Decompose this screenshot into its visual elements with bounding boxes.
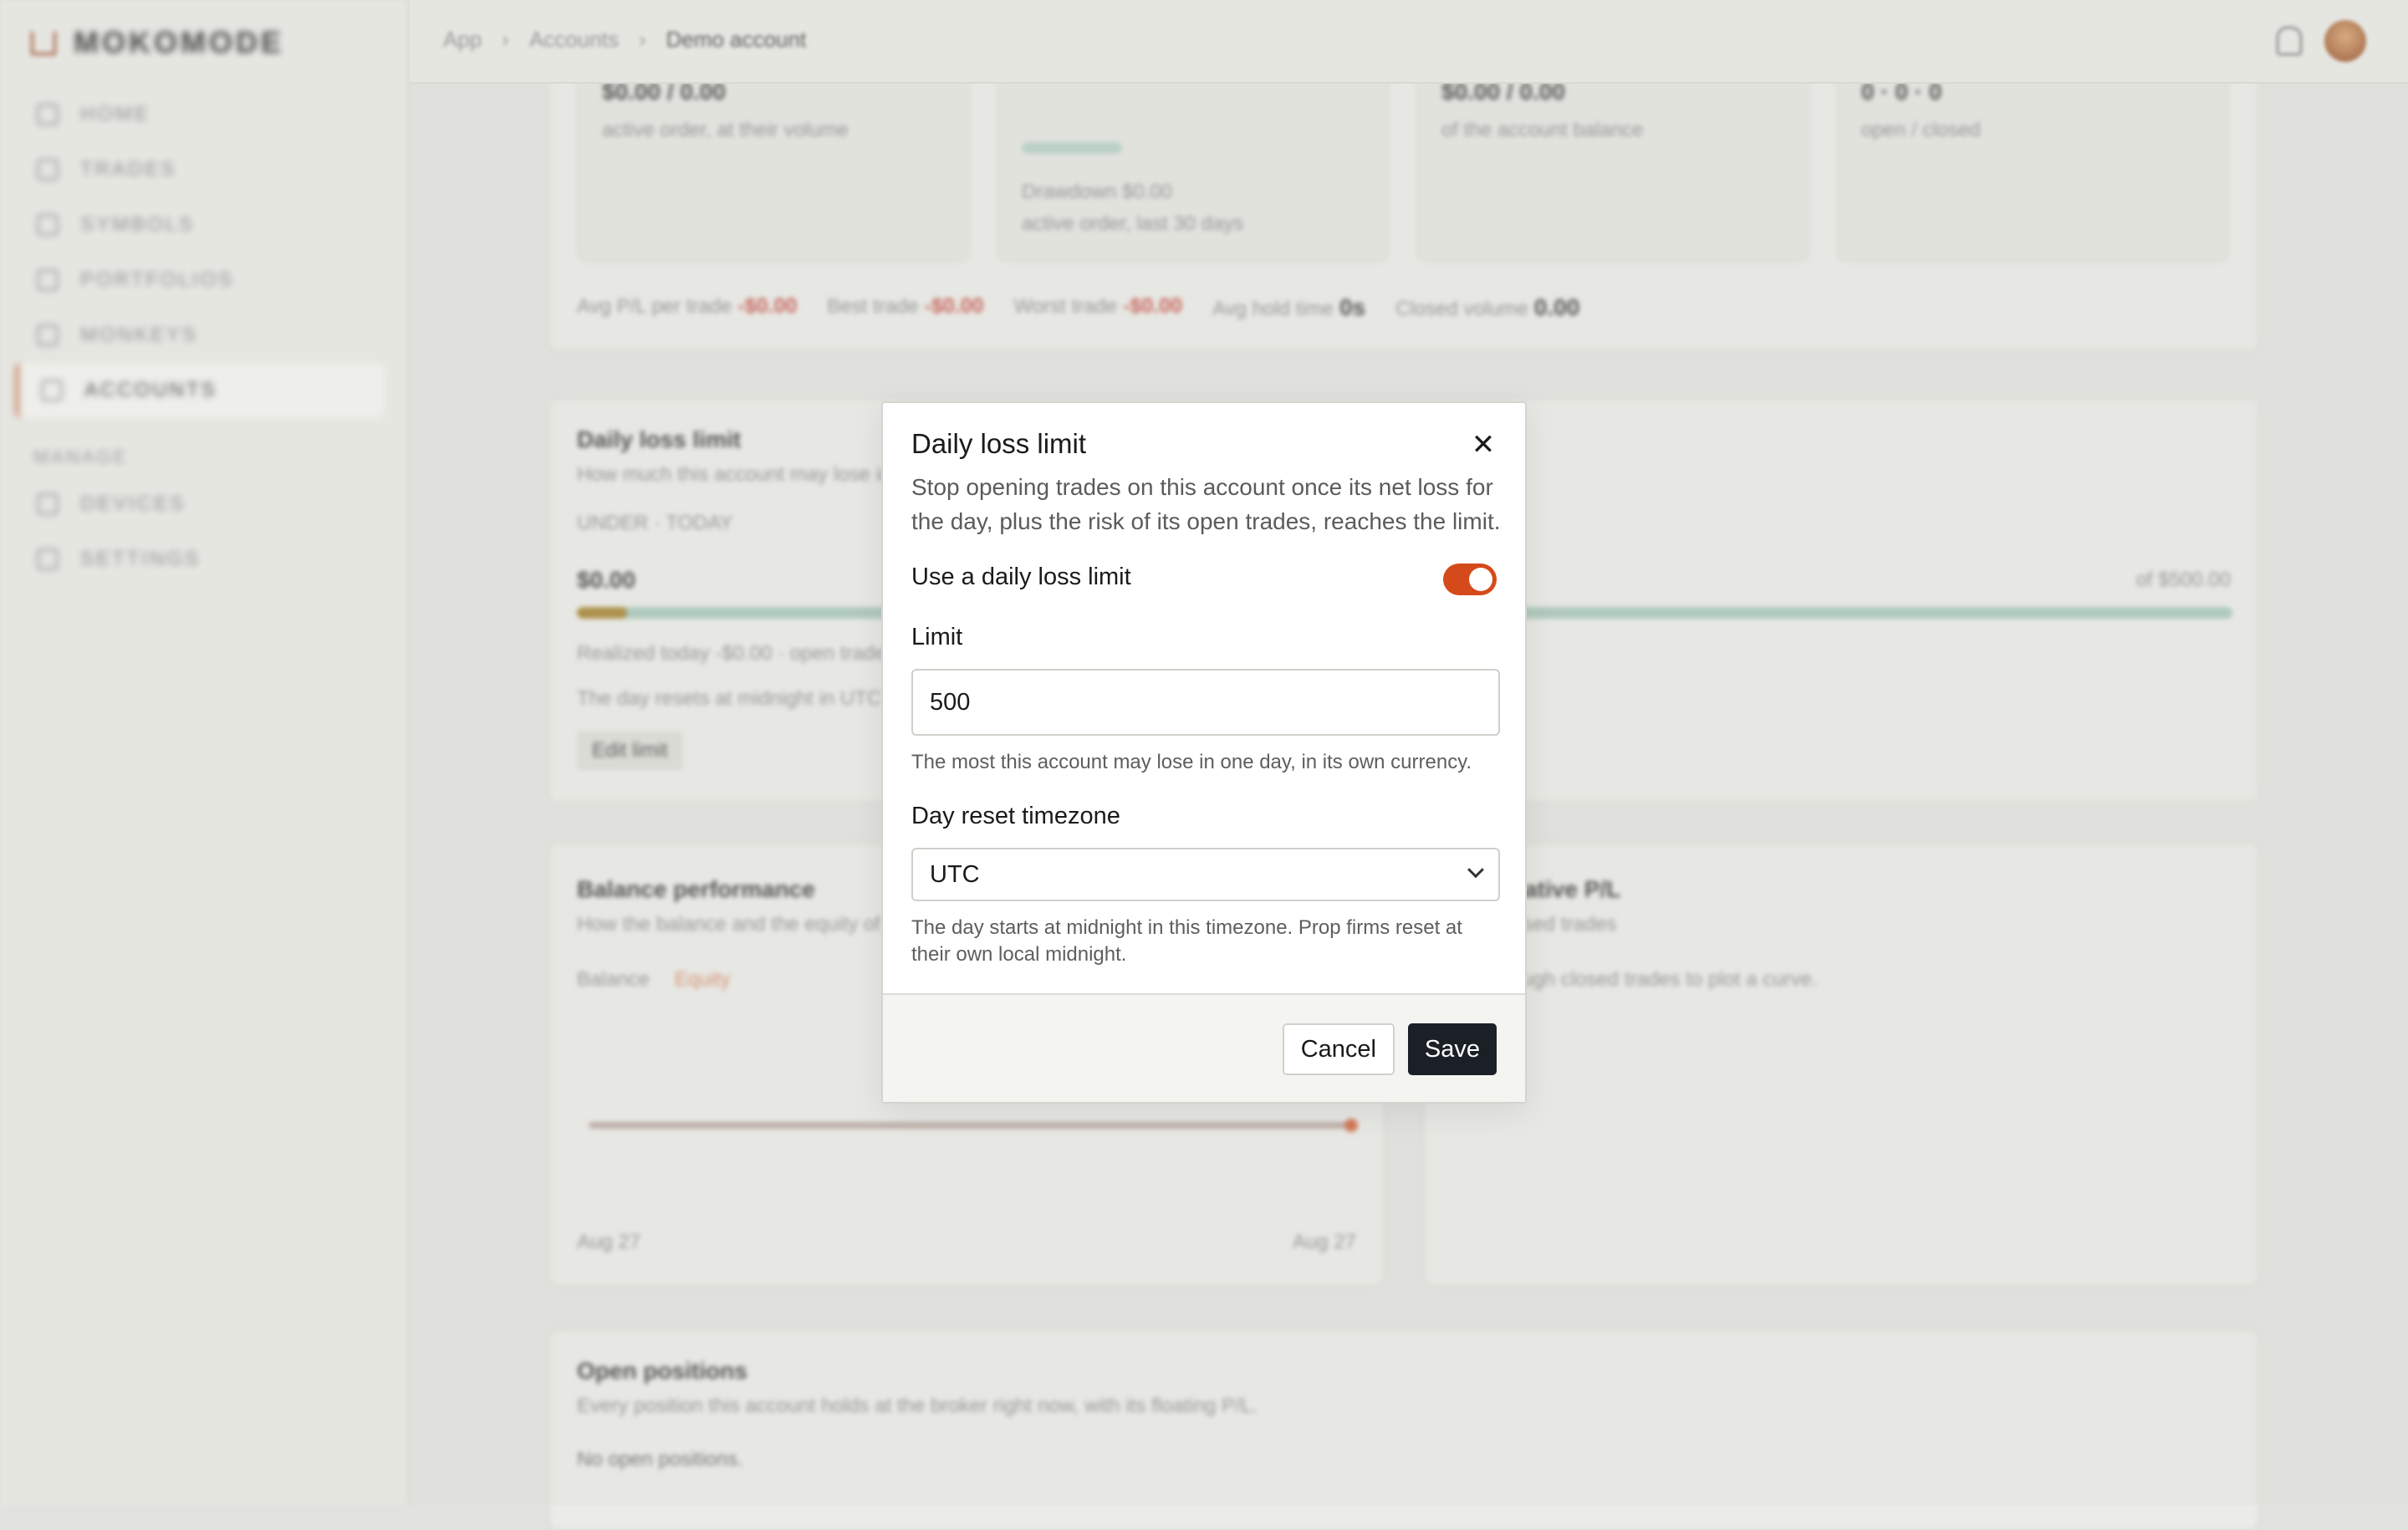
dialog-title: Daily loss limit <box>911 428 1086 460</box>
daily-loss-limit-dialog: Daily loss limit ✕ Stop opening trades o… <box>881 401 1527 1104</box>
dialog-footer: Cancel Save <box>883 993 1525 1102</box>
toggle-label: Use a daily loss limit <box>911 564 1131 591</box>
timezone-label: Day reset timezone <box>911 803 1120 830</box>
dialog-description: Stop opening trades on this account once… <box>911 470 1505 538</box>
daily-loss-limit-toggle[interactable] <box>1443 564 1497 595</box>
timezone-value: UTC <box>930 861 980 889</box>
limit-label: Limit <box>911 624 962 651</box>
limit-help: The most this account may lose in one da… <box>911 749 1505 776</box>
limit-input[interactable] <box>911 669 1500 736</box>
timezone-help: The day starts at midnight in this timez… <box>911 915 1505 968</box>
save-button[interactable]: Save <box>1408 1023 1497 1075</box>
cancel-button[interactable]: Cancel <box>1283 1023 1395 1075</box>
close-icon[interactable]: ✕ <box>1467 428 1500 462</box>
timezone-select[interactable]: UTC <box>911 848 1500 901</box>
chevron-down-icon <box>1467 861 1484 878</box>
app-root: MOKOMODE HOME TRADES SYMBOLS PORTFOLIOS … <box>0 0 2408 1505</box>
toggle-knob <box>1469 568 1492 591</box>
